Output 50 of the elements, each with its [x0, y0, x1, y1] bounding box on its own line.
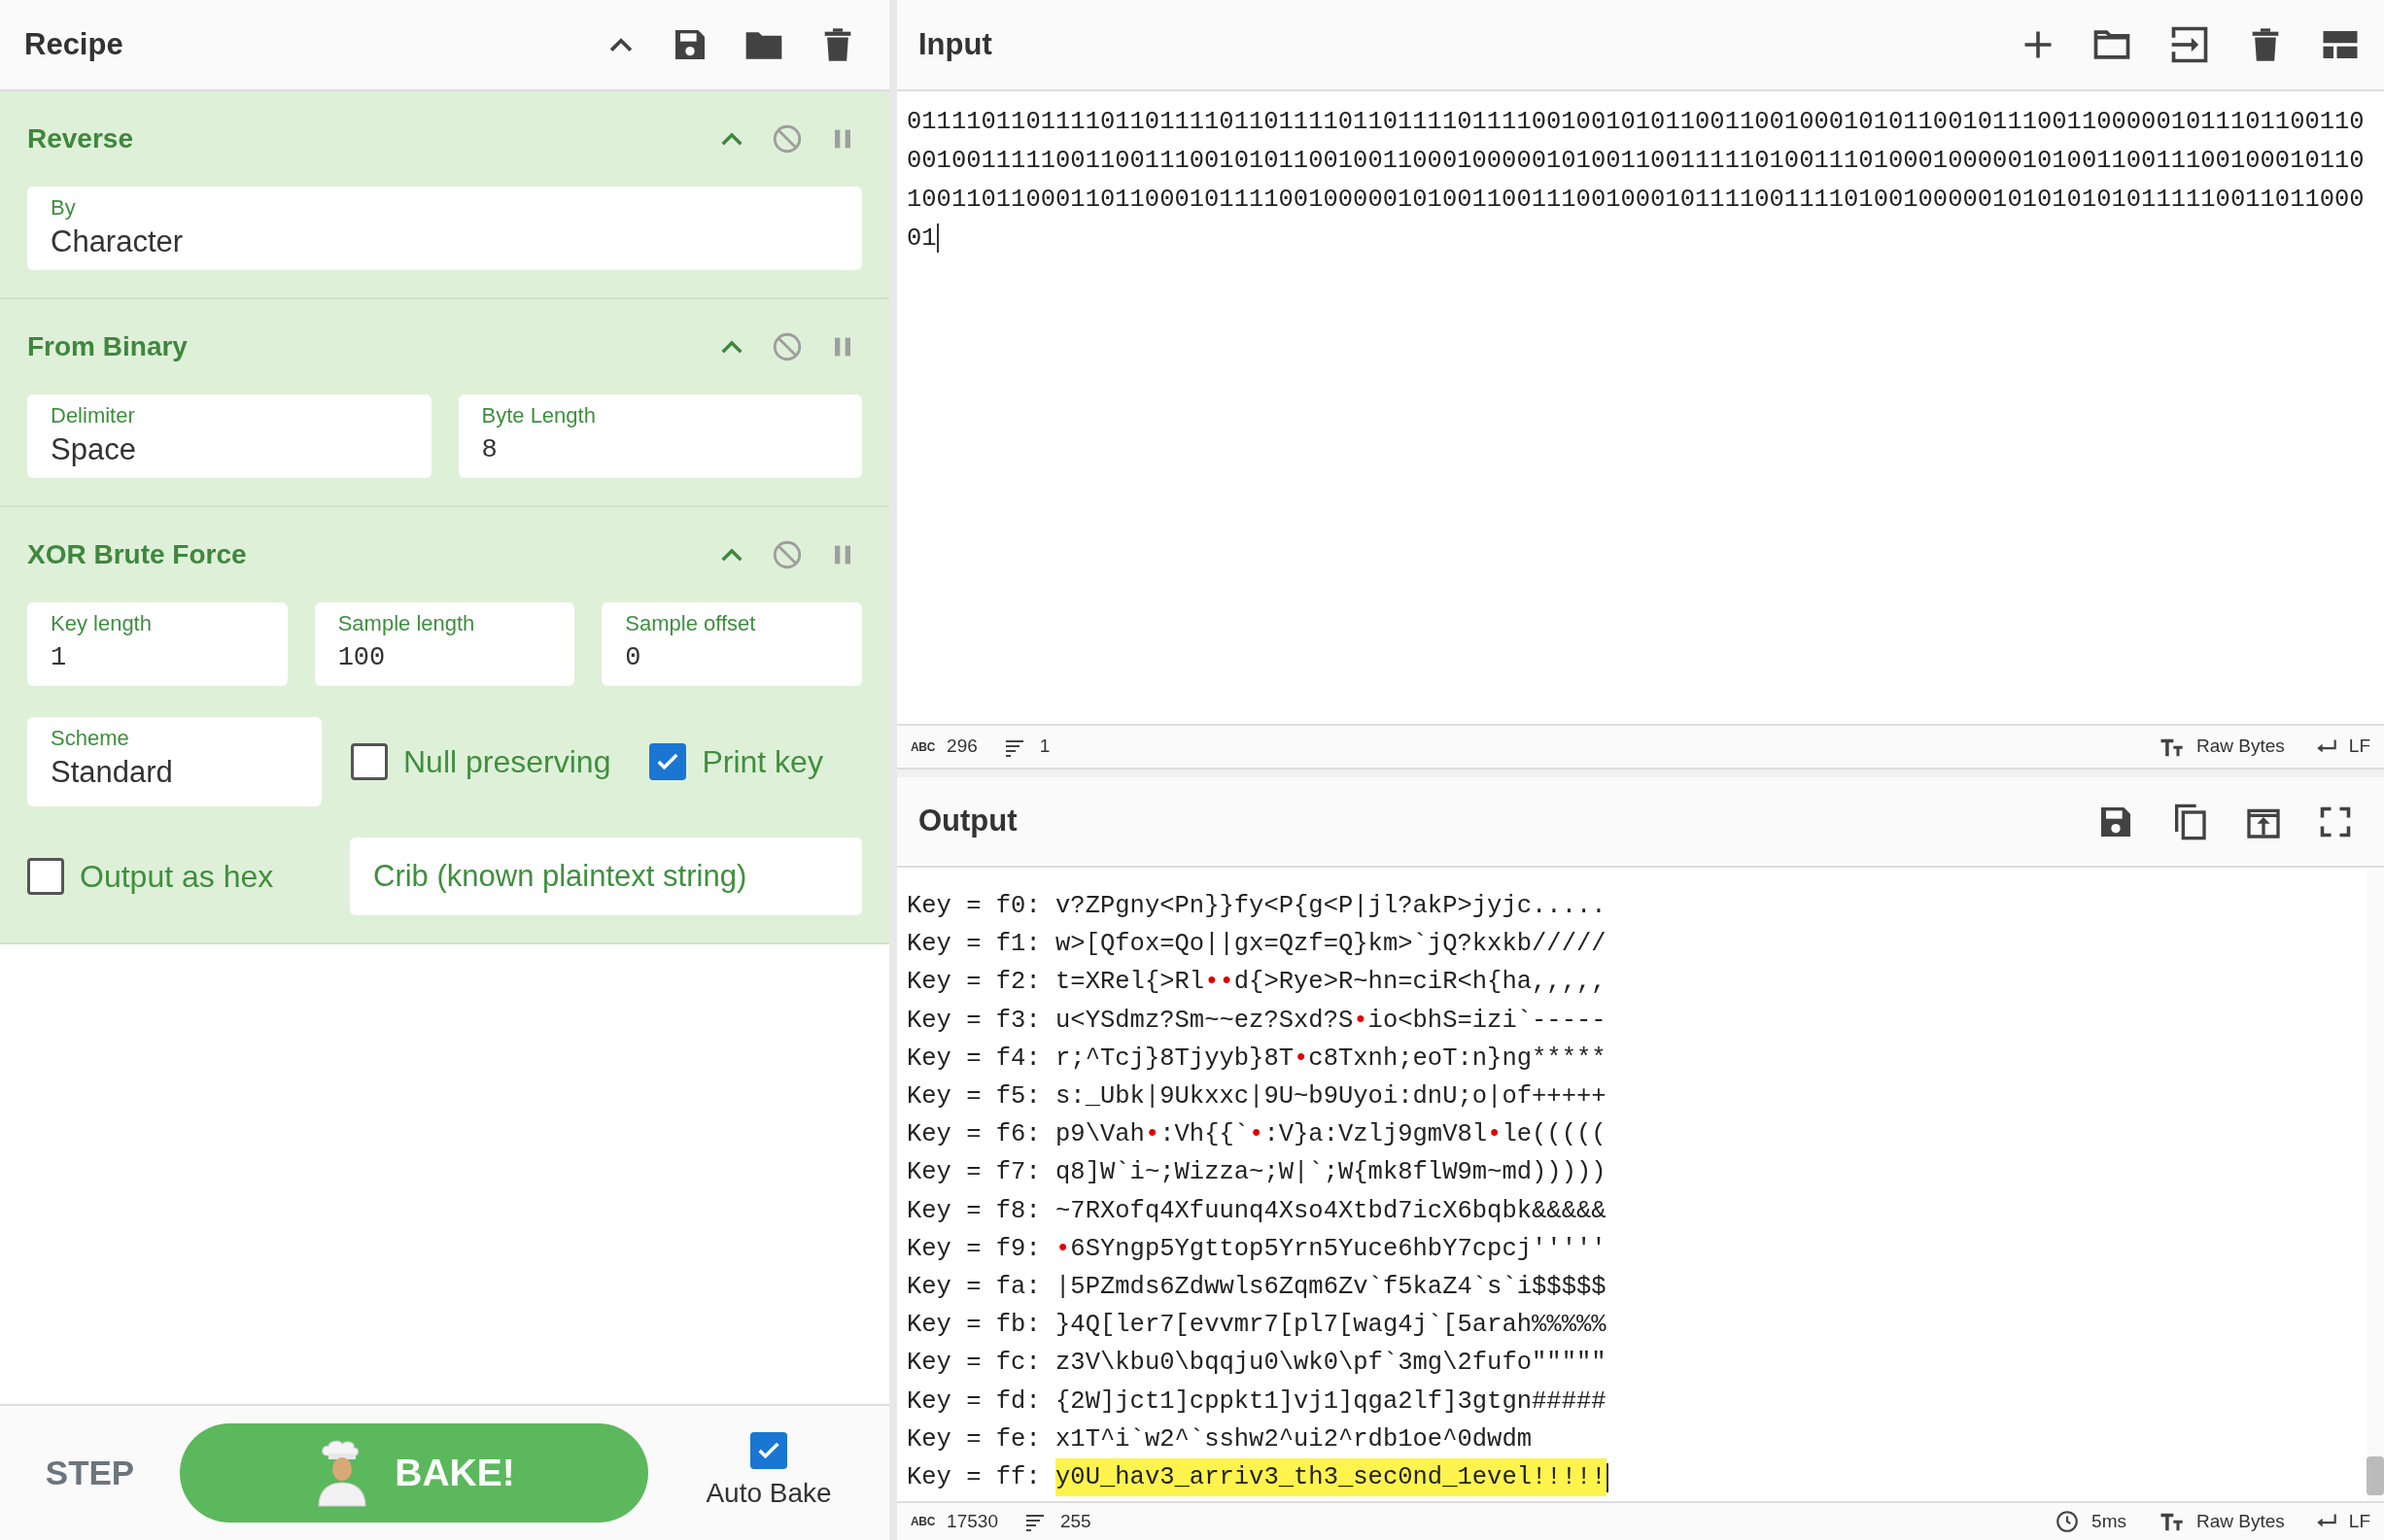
output-line: Key = f9: •6SYngp5Ygttop5Yrn5Yuce6hbY7cpcj''''': [907, 1233, 1607, 1265]
output-line: Key = fc: z3V\kbu0\bqqju0\wk0\pf`3mg\2fufo""""": [907, 1348, 1607, 1380]
checkbox[interactable]: [351, 743, 388, 780]
output-line: Key = f3: u<YSdmz?Sm~~ez?Sxd?S•io<bhS=izi`-----: [907, 1005, 1607, 1037]
length-icon: ABC: [911, 737, 936, 756]
checkbox[interactable]: [27, 858, 64, 895]
status-text: 255: [1059, 1509, 1092, 1533]
output-line: Key = fa: |5PZmds6Zdwwls6Zqm6Zv`f5kaZ4`s`i$$$$$: [907, 1272, 1607, 1304]
encoding-button[interactable]: Raw Bytes: [2196, 733, 2285, 761]
output-line: Key = ff: y0U_hav3_arriv3_th3_sec0nd_1evel!!!!!: [907, 1458, 2357, 1497]
operation-title: Reverse: [27, 122, 134, 155]
output-line: Key = fd: {2W]jct1]cppkt1]vj1]qga2lf]3gtgn#####: [907, 1386, 1607, 1418]
eol-button[interactable]: LF: [2348, 1507, 2370, 1536]
status-text: 1: [1039, 735, 1052, 759]
output-line: Key = fe: x1T^i`w2^`sshw2^ui2^rdb1oe^0dwdm: [907, 1423, 1534, 1455]
number-field[interactable]: Sample offset 0: [602, 602, 862, 686]
dropdown-field[interactable]: By Character: [27, 187, 862, 270]
status-text: 296: [947, 735, 978, 759]
step-button[interactable]: STEP: [0, 1447, 180, 1499]
number-field[interactable]: Sample length 100: [314, 602, 575, 686]
panel-title: Recipe: [24, 25, 124, 63]
dropdown-field[interactable]: Delimiter Space: [27, 394, 432, 478]
checkbox-label[interactable]: Auto Bake: [706, 1473, 832, 1514]
output-line: Key = f2: t=XRel{>Rl••d{>Rye>R~hn=ciR<h{ha,,,,,: [907, 967, 1607, 999]
checkbox[interactable]: [750, 1432, 787, 1469]
number-field[interactable]: Key length 1: [27, 602, 288, 686]
operation-title: From Binary: [27, 330, 189, 363]
input-text[interactable]: 01111011011110110111101101111011011110111100100101011001100100010101100101110011000001011101100110001001111100110011100101011001001100010000010100110011111010011101000100000101001100111001000101101001101100011011000101111001000001010011001110010001011110011110100100000101010101011111001101100001: [907, 103, 2365, 258]
operation-title: XOR Brute Force: [27, 538, 248, 571]
scrollbar-thumb[interactable]: [2367, 1456, 2384, 1495]
output-line: Key = f6: p9\Vah•:Vh{{`•:V}a:Vzlj9gmV8l•le(((((: [907, 1119, 1607, 1151]
crib-field[interactable]: Crib (known plaintext string): [350, 838, 862, 915]
text-cursor: [936, 223, 939, 254]
output-line: Key = f8: ~7RXofq4Xfuunq4Xso4Xtbd7icX6bqbk&&&&&: [907, 1195, 1607, 1227]
panel-title: Input: [918, 25, 993, 63]
checkbox[interactable]: [649, 743, 687, 780]
length-icon: ABC: [911, 1513, 936, 1530]
clock-icon: [2055, 1509, 2081, 1534]
number-field[interactable]: Byte Length 8: [458, 394, 862, 478]
output-line: Key = f1: w>[Qfox=Qo||gx=Qzf=Q}km>`jQ?kxkb/////: [907, 929, 1607, 961]
panel-title: Output: [918, 803, 1019, 840]
output-line: Key = f4: r;^Tcj}8Tjyyb}8T•c8Txnh;eoT:n}ng*****: [907, 1043, 1607, 1075]
output-line: Key = f7: q8]W`i~;Wizza~;W|`;W{mk8flW9m~md))))): [907, 1157, 1607, 1189]
output-line: Key = f5: s:_Ubk|9Ukxxc|9U~b9Uyoi:dnU;o|of+++++: [907, 1081, 1607, 1112]
eol-button[interactable]: LF: [2348, 733, 2370, 761]
status-text: 17530: [947, 1509, 998, 1533]
status-text: 5ms: [2091, 1509, 2126, 1533]
dropdown-field[interactable]: Scheme Standard: [27, 717, 322, 806]
encoding-button[interactable]: Raw Bytes: [2196, 1507, 2285, 1536]
output-line: Key = fb: }4Q[ler7[evvmr7[pl7[wag4j`[5arah%%%%%: [907, 1310, 1607, 1342]
